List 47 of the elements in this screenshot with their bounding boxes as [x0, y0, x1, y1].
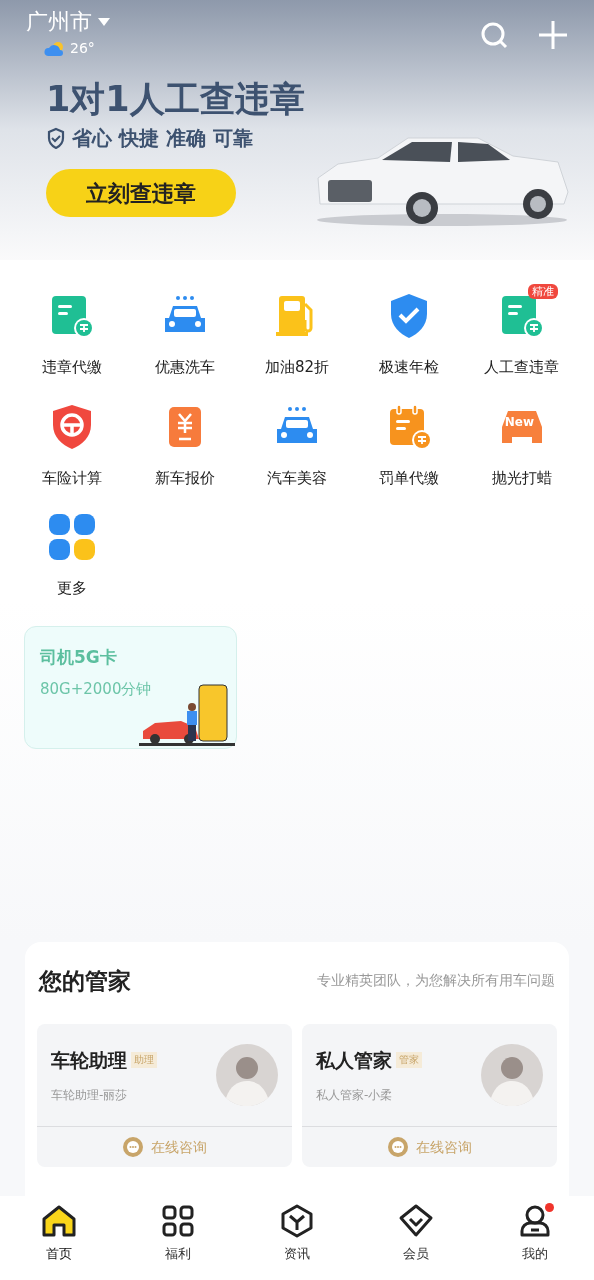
new-label: New — [504, 414, 535, 429]
service-label[interactable]: 汽车美容 — [267, 466, 327, 489]
avatar — [216, 1044, 278, 1106]
section-title: 您的管家 — [39, 966, 131, 996]
cloud-sun-icon — [44, 40, 66, 57]
promo-subtitle: 80G+2000分钟 — [40, 679, 153, 700]
butler-name: 私人管家 — [316, 1047, 392, 1073]
avatar — [481, 1044, 543, 1106]
cube-icon — [280, 1204, 314, 1238]
promo-title: 司机5G卡 — [40, 645, 118, 669]
service-label[interactable]: 优惠洗车 — [154, 356, 215, 379]
tab[interactable]: 会员 — [356, 1204, 476, 1280]
service-label[interactable]: 加油82折 — [264, 356, 330, 379]
search-icon[interactable] — [480, 21, 508, 49]
service-label[interactable]: 车险计算 — [42, 466, 103, 489]
butler-profile-card[interactable]: 私人管家 管家 私人管家-小柔 在线咨询 — [302, 1024, 557, 1167]
service-label[interactable]: 罚单代缴 — [379, 466, 440, 489]
section-subtitle: 专业精英团队，为您解决所有用车问题 — [317, 971, 555, 991]
shield-check-icon — [46, 127, 66, 149]
butler-name: 车轮助理 — [51, 1047, 127, 1073]
temperature: 26° — [70, 39, 95, 58]
badge: 精准 — [527, 284, 558, 299]
chat-icon — [387, 1137, 408, 1157]
add-icon[interactable] — [538, 20, 568, 50]
service-label[interactable]: 新车报价 — [154, 466, 215, 489]
service-label[interactable]: 抛光打蜡 — [491, 466, 552, 489]
diamond-icon — [397, 1204, 434, 1238]
tab[interactable]: 首页 — [0, 1204, 119, 1280]
grid-icon — [161, 1204, 196, 1238]
role-tag: 助理 — [131, 1052, 157, 1068]
service-label[interactable]: 人工查违章 — [484, 356, 560, 379]
dropdown-caret-icon[interactable] — [98, 18, 110, 26]
butler-role: 私人管家-小柔 — [316, 1087, 394, 1105]
banner-title: 1对1人工查违章 — [46, 78, 306, 121]
check-violations-button[interactable]: 立刻查违章 — [46, 169, 236, 217]
home-icon — [41, 1204, 78, 1238]
service-label[interactable]: 极速年检 — [379, 356, 440, 379]
butler-role: 车轮助理-丽莎 — [51, 1087, 129, 1105]
tab[interactable]: 福利 — [118, 1204, 238, 1280]
banner-tagline: 省心 快捷 准确 可靠 — [72, 125, 253, 152]
tab[interactable]: 我的 — [475, 1204, 594, 1280]
service-label[interactable]: 更多 — [57, 577, 88, 600]
service-label[interactable]: 违章代缴 — [42, 356, 103, 379]
role-tag: 管家 — [396, 1052, 422, 1068]
tab[interactable]: 资讯 — [237, 1204, 357, 1280]
chat-icon — [122, 1137, 143, 1157]
butler-profile-card[interactable]: 车轮助理 助理 车轮助理-丽莎 在线咨询 — [37, 1024, 292, 1167]
